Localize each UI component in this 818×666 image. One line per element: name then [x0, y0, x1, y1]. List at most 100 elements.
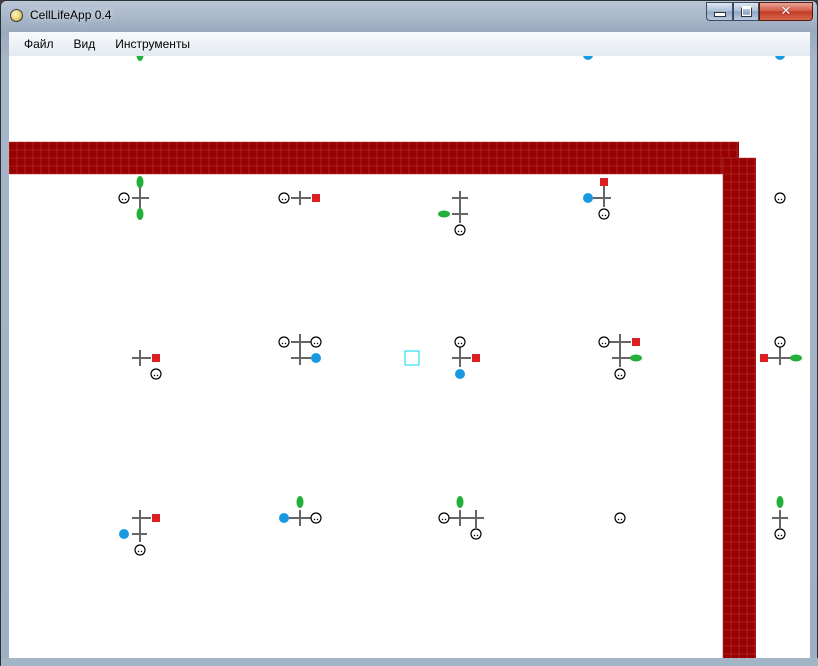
- face-outline: [438, 512, 450, 524]
- face-outline: [774, 192, 786, 204]
- cell-r2-c1: [132, 350, 162, 380]
- eye-organ-icon: [311, 353, 321, 363]
- maximize-button[interactable]: [733, 2, 759, 21]
- face-outline: [310, 336, 322, 348]
- eye-organ-icon: [279, 513, 289, 523]
- cell-r3-c3: [438, 496, 484, 540]
- face-outline: [454, 224, 466, 236]
- cell-top-3: [775, 56, 785, 60]
- face-eye: [444, 518, 447, 521]
- face-organ-icon: [150, 368, 162, 380]
- weapon-organ-icon: [632, 338, 640, 346]
- face-organ-icon: [310, 512, 322, 524]
- simulation-canvas[interactable]: [9, 56, 810, 659]
- cell-r2-c2: [278, 334, 322, 365]
- cell-r3-c2: [279, 496, 322, 526]
- face-outline: [454, 336, 466, 348]
- cell-r1-c2: [278, 191, 320, 205]
- face-eye: [780, 534, 783, 537]
- face-outline: [310, 512, 322, 524]
- face-eye: [617, 518, 620, 521]
- leaf-organ-icon: [136, 56, 144, 61]
- cell-r3-c1: [119, 510, 160, 556]
- leaf-organ-icon: [630, 354, 642, 362]
- weapon-organ-icon: [600, 178, 608, 186]
- face-outline: [118, 192, 130, 204]
- cell-top-2: [583, 56, 593, 60]
- face-eye: [284, 342, 287, 345]
- leaf-organ-icon: [296, 496, 304, 508]
- face-outline: [278, 192, 290, 204]
- menu-file[interactable]: Файл: [15, 33, 63, 55]
- eye-organ-icon: [455, 369, 465, 379]
- face-eye: [777, 342, 780, 345]
- face-eye: [620, 374, 623, 377]
- face-outline: [614, 512, 626, 524]
- caption-buttons: ✕: [706, 2, 813, 22]
- face-organ-icon: [454, 336, 466, 348]
- face-outline: [278, 336, 290, 348]
- cell-r3-c4: [614, 512, 626, 524]
- leaf-organ-icon: [776, 496, 784, 508]
- eye-organ-icon: [775, 56, 785, 60]
- face-organ-icon: [310, 336, 322, 348]
- face-eye: [457, 230, 460, 233]
- minimize-icon: [713, 12, 726, 17]
- wall-top: [9, 141, 739, 175]
- wall-right: [722, 157, 756, 659]
- face-eye: [601, 342, 604, 345]
- face-organ-icon: [278, 336, 290, 348]
- face-organ-icon: [598, 336, 610, 348]
- face-outline: [470, 528, 482, 540]
- face-organ-icon: [278, 192, 290, 204]
- face-outline: [134, 544, 146, 556]
- face-organ-icon: [598, 208, 610, 220]
- cell-r2-c5: [760, 336, 802, 365]
- face-eye: [441, 518, 444, 521]
- face-eye: [313, 342, 316, 345]
- minimize-button[interactable]: [706, 2, 733, 21]
- face-eye: [601, 214, 604, 217]
- title-bar[interactable]: CellLifeApp 0.4 ✕: [1, 1, 817, 31]
- face-eye: [137, 550, 140, 553]
- face-organ-icon: [614, 368, 626, 380]
- cell-r2-c4: [598, 334, 642, 380]
- cell-r1-c1: [118, 176, 149, 220]
- menu-view[interactable]: Вид: [65, 33, 105, 55]
- wall-right-fill: [723, 158, 756, 659]
- face-organ-icon: [470, 528, 482, 540]
- face-eye: [617, 374, 620, 377]
- face-eye: [284, 198, 287, 201]
- face-eye: [316, 342, 319, 345]
- cell-r3-c5: [772, 496, 788, 540]
- leaf-organ-icon: [456, 496, 464, 508]
- face-eye: [457, 342, 460, 345]
- face-eye: [140, 550, 143, 553]
- eye-organ-icon: [583, 56, 593, 60]
- face-organ-icon: [118, 192, 130, 204]
- weapon-organ-icon: [152, 514, 160, 522]
- face-organ-icon: [438, 512, 450, 524]
- cell-r1-c3: [438, 191, 468, 236]
- face-eye: [780, 342, 783, 345]
- face-organ-icon: [774, 336, 786, 348]
- face-eye: [620, 518, 623, 521]
- face-eye: [316, 518, 319, 521]
- app-window: CellLifeApp 0.4 ✕ Файл Вид Инструменты: [0, 0, 818, 666]
- face-eye: [153, 374, 156, 377]
- maximize-icon: [740, 6, 752, 17]
- face-outline: [598, 208, 610, 220]
- face-organ-icon: [134, 544, 146, 556]
- leaf-organ-icon: [790, 354, 802, 362]
- close-button[interactable]: ✕: [759, 2, 813, 21]
- menu-tools[interactable]: Инструменты: [106, 33, 199, 55]
- face-organ-icon: [774, 192, 786, 204]
- face-outline: [774, 528, 786, 540]
- face-eye: [281, 342, 284, 345]
- cell-r1-c5: [774, 192, 786, 204]
- face-eye: [313, 518, 316, 521]
- face-eye: [780, 198, 783, 201]
- face-eye: [777, 534, 780, 537]
- face-organ-icon: [774, 528, 786, 540]
- window-title: CellLifeApp 0.4: [30, 8, 112, 22]
